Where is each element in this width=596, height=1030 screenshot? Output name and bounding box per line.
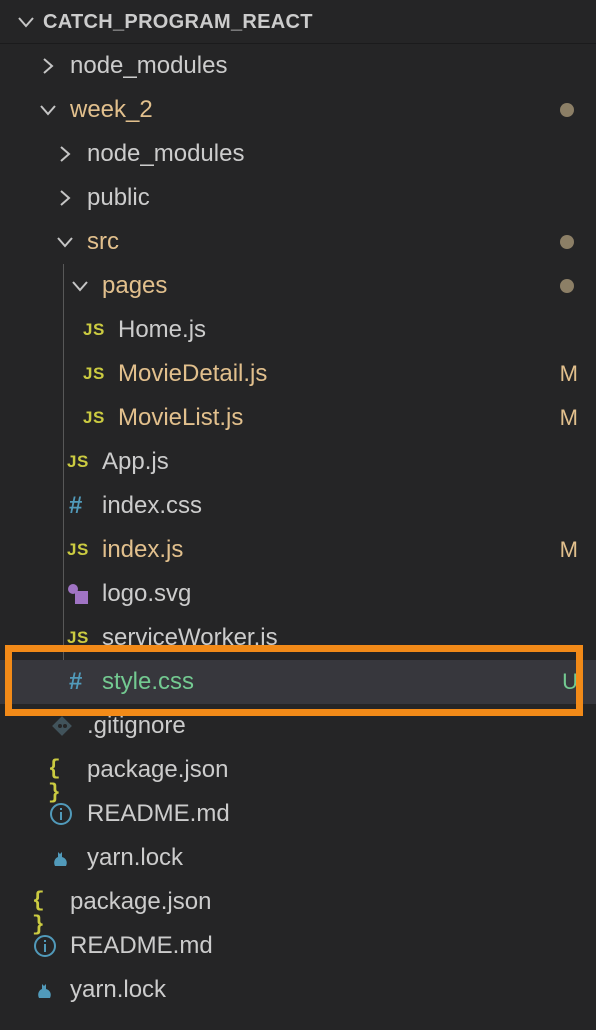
tree-item-root-readme[interactable]: README.md: [0, 924, 596, 968]
tree-item-label: node_modules: [87, 140, 245, 167]
css-hash-icon: #: [69, 492, 83, 519]
tree-item-label: MovieList.js: [118, 404, 244, 431]
tree-item-label: App.js: [102, 448, 169, 475]
json-braces-icon: { }: [32, 890, 46, 937]
tree-item-label: yarn.lock: [70, 976, 167, 1003]
modified-dot-icon: [560, 235, 574, 249]
tree-item-logo-svg[interactable]: logo.svg: [0, 572, 596, 616]
tree-item-pages[interactable]: pages: [0, 264, 596, 308]
tree-item-gitignore[interactable]: .gitignore: [0, 704, 596, 748]
chevron-right-icon: [43, 58, 54, 74]
tree-item-app-js[interactable]: JS App.js: [0, 440, 596, 484]
tree-item-root-package-json[interactable]: { } package.json: [0, 880, 596, 938]
tree-item-index-js[interactable]: JS index.js M: [0, 528, 596, 572]
tree-item-label: week_2: [70, 96, 153, 123]
tree-item-public[interactable]: public: [0, 176, 596, 220]
git-status-badge: M: [559, 537, 578, 562]
tree-item-label: package.json: [70, 888, 212, 915]
chevron-down-icon: [57, 237, 73, 248]
js-icon: JS: [67, 452, 89, 471]
chevron-right-icon: [60, 146, 71, 162]
chevron-down-icon: [18, 17, 34, 28]
tree-item-label: MovieDetail.js: [118, 360, 268, 387]
git-status-badge: M: [559, 361, 578, 386]
modified-dot-icon: [560, 279, 574, 293]
tree-item-label: Home.js: [118, 316, 207, 343]
tree-item-label: public: [87, 184, 150, 211]
git-diamond-icon: [52, 716, 72, 736]
tree-item-home-js[interactable]: JS Home.js: [0, 308, 596, 352]
project-root-title: CATCH_PROGRAM_REACT: [43, 11, 313, 33]
js-icon: JS: [67, 540, 89, 559]
chevron-down-icon: [40, 105, 56, 116]
modified-dot-icon: [560, 103, 574, 117]
json-braces-icon: { }: [48, 758, 62, 805]
tree-item-label: node_modules: [70, 52, 228, 79]
js-icon: JS: [83, 320, 105, 339]
tree-item-label: index.css: [102, 492, 203, 519]
tree-item-week2-node-modules[interactable]: node_modules: [0, 132, 596, 176]
yarn-cat-icon: [38, 984, 51, 998]
tree-item-label: serviceWorker.js: [102, 624, 278, 651]
tree-item-label: .gitignore: [87, 712, 186, 739]
tree-item-week2-package-json[interactable]: { } package.json: [0, 748, 596, 806]
tree-item-root-yarn-lock[interactable]: yarn.lock: [0, 968, 596, 1012]
yarn-cat-icon: [54, 852, 67, 866]
svg-shapes-icon: [68, 584, 88, 604]
git-status-badge: U: [562, 669, 578, 694]
tree-item-label: src: [87, 228, 119, 255]
tree-item-label: yarn.lock: [87, 844, 184, 871]
tree-item-src[interactable]: src: [0, 220, 596, 264]
tree-item-label: package.json: [87, 756, 229, 783]
js-icon: JS: [83, 408, 105, 427]
tree-item-label: README.md: [70, 932, 213, 959]
explorer-section-header[interactable]: CATCH_PROGRAM_REACT: [0, 0, 596, 44]
info-icon: [50, 803, 72, 825]
tree-item-index-css[interactable]: # index.css: [0, 484, 596, 528]
info-icon: [34, 935, 56, 957]
tree-item-label: README.md: [87, 800, 230, 827]
tree-item-label: style.css: [102, 668, 195, 695]
tree-item-label: index.js: [102, 536, 184, 563]
js-icon: JS: [83, 364, 105, 383]
chevron-down-icon: [72, 281, 88, 292]
tree-item-movielist-js[interactable]: JS MovieList.js M: [0, 396, 596, 440]
tree-item-label: logo.svg: [102, 580, 192, 607]
tree-item-week2-yarn-lock[interactable]: yarn.lock: [0, 836, 596, 880]
tree-item-serviceworker-js[interactable]: JS serviceWorker.js: [0, 616, 596, 660]
tree-item-week2-readme[interactable]: README.md: [0, 792, 596, 836]
tree-item-style-css[interactable]: # style.css U: [0, 660, 596, 704]
tree-item-moviedetail-js[interactable]: JS MovieDetail.js M: [0, 352, 596, 396]
tree-item-week-2[interactable]: week_2: [0, 88, 596, 132]
git-status-badge: M: [559, 405, 578, 430]
chevron-right-icon: [60, 190, 71, 206]
js-icon: JS: [67, 628, 89, 647]
tree-item-node-modules[interactable]: node_modules: [0, 44, 596, 88]
tree-item-label: pages: [102, 272, 168, 299]
css-hash-icon: #: [69, 668, 83, 695]
